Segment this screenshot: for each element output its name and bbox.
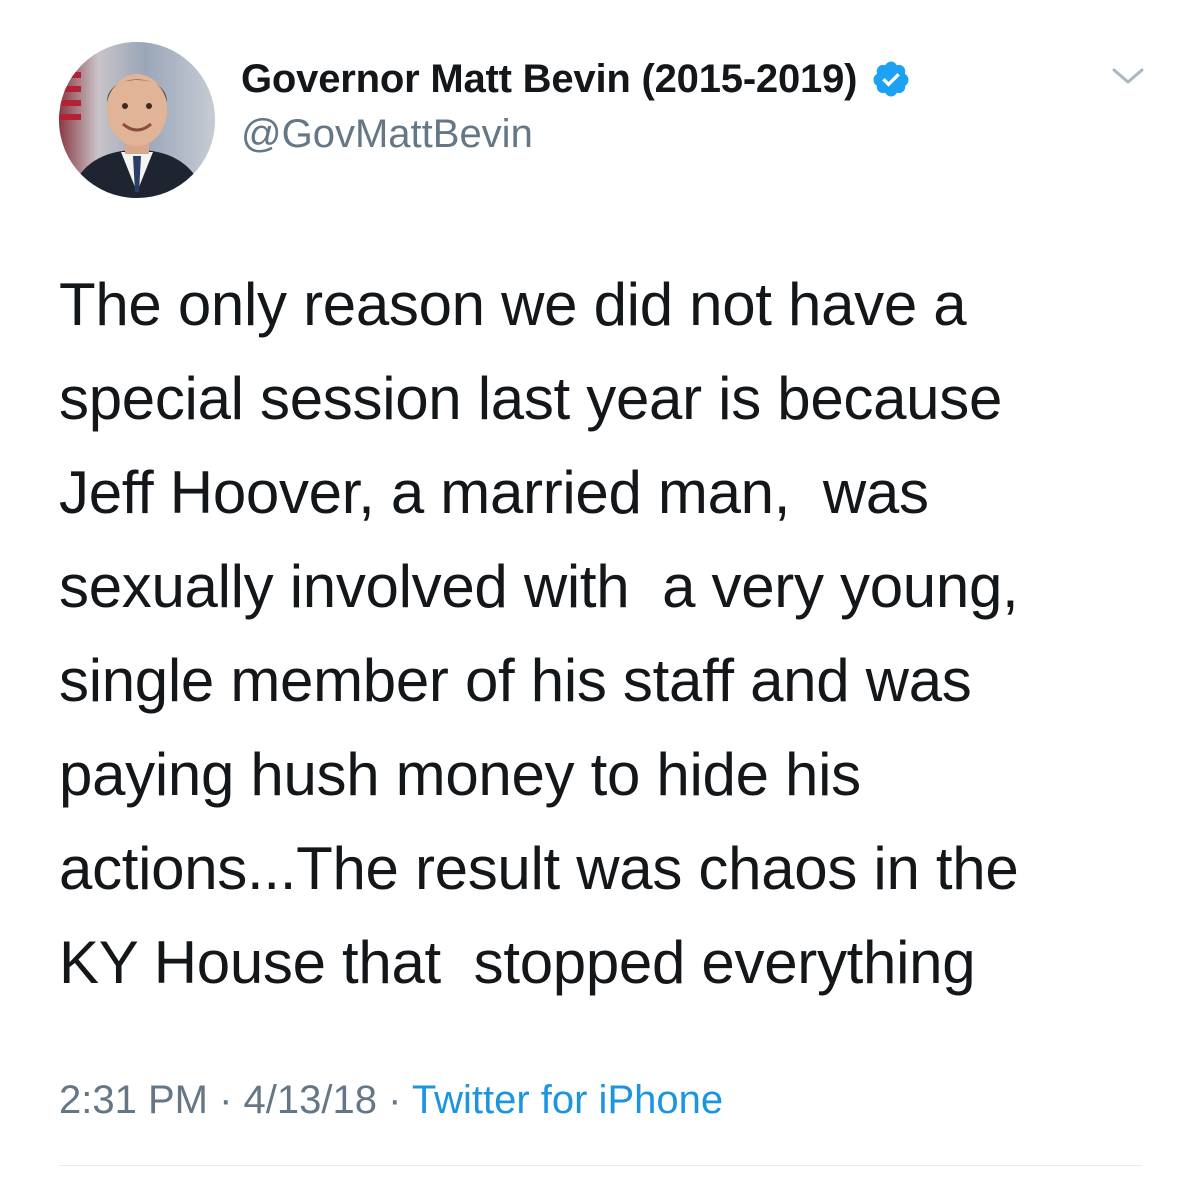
tweet-date[interactable]: 4/13/18 — [244, 1078, 377, 1122]
avatar-photo — [59, 42, 215, 198]
meta-separator: · — [388, 1078, 402, 1122]
meta-separator: · — [219, 1078, 233, 1122]
author-name-row[interactable]: Governor Matt Bevin (2015-2019) — [241, 54, 911, 104]
tweet-text-line: special session last year is because — [59, 365, 1003, 432]
tweet-card: Governor Matt Bevin (2015-2019) @GovMatt… — [0, 0, 1200, 1179]
tweet-source-link[interactable]: Twitter for iPhone — [412, 1078, 723, 1122]
tweet-text: The only reason we did not have a specia… — [59, 258, 1149, 1010]
tweet-text-line: The only reason we did not have a — [59, 271, 967, 338]
tweet-text-line: sexually involved with a very young, — [59, 553, 1019, 620]
tweet-time[interactable]: 2:31 PM — [59, 1078, 208, 1122]
chevron-down-icon[interactable] — [1108, 62, 1148, 90]
tweet-text-line: paying hush money to hide his — [59, 741, 861, 808]
display-name[interactable]: Governor Matt Bevin (2015-2019) — [241, 57, 857, 102]
avatar[interactable] — [59, 42, 215, 198]
verified-badge-icon — [871, 59, 911, 99]
tweet-text-line: KY House that stopped everything — [59, 929, 976, 996]
tweet-text-line: actions...The result was chaos in the — [59, 835, 1019, 902]
tweet-text-line: single member of his staff and was — [59, 647, 972, 714]
divider — [59, 1165, 1142, 1166]
tweet-text-line: Jeff Hoover, a married man, was — [59, 459, 929, 526]
tweet-metadata: 2:31 PM · 4/13/18 · Twitter for iPhone — [59, 1078, 723, 1123]
author-handle[interactable]: @GovMattBevin — [241, 112, 533, 157]
